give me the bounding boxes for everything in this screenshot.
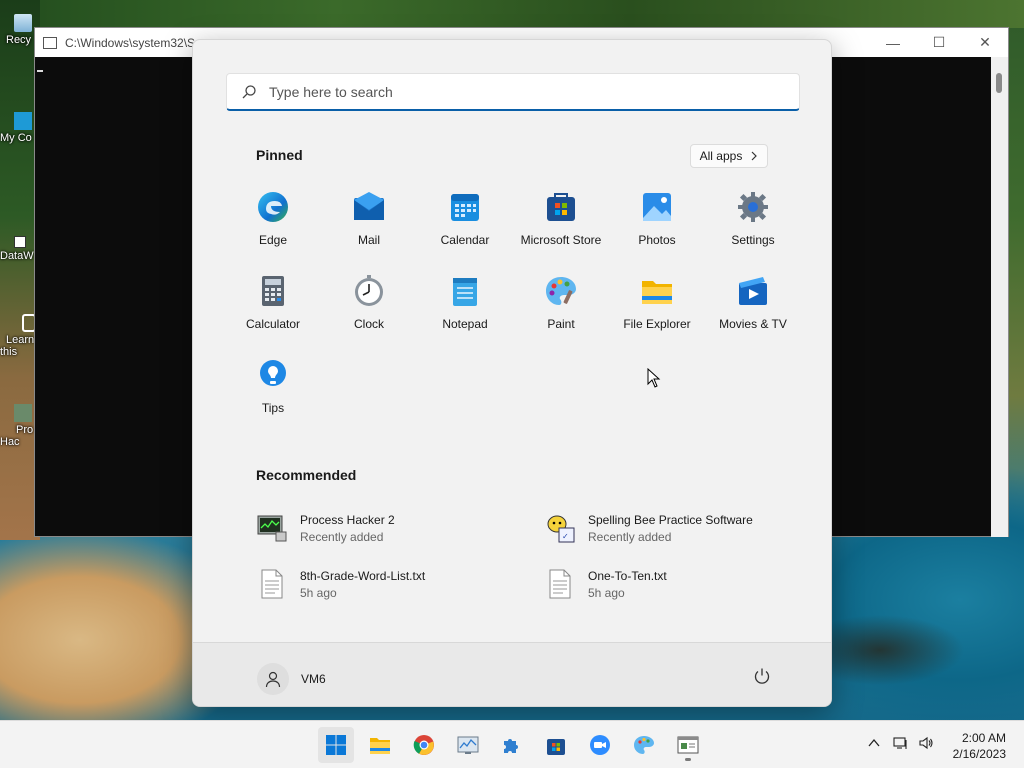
calculator-icon bbox=[262, 276, 284, 306]
volume-icon[interactable] bbox=[918, 735, 934, 751]
windows-logo-icon bbox=[326, 735, 346, 755]
avatar bbox=[257, 663, 289, 695]
taskbar-zoom[interactable] bbox=[582, 727, 618, 763]
taskbar-paint[interactable] bbox=[626, 727, 662, 763]
taskbar-console-window[interactable] bbox=[670, 727, 706, 763]
recommended-spelling-bee[interactable]: ✓ Spelling Bee Practice Software Recentl… bbox=[544, 506, 804, 550]
pinned-edge[interactable]: Edge bbox=[225, 185, 321, 265]
process-hacker-icon bbox=[257, 515, 287, 542]
monitor-chart-icon bbox=[457, 736, 479, 754]
system-tray bbox=[866, 735, 934, 751]
spelling-bee-icon: ✓ bbox=[547, 515, 575, 543]
notepad-icon bbox=[453, 278, 477, 306]
user-icon bbox=[265, 671, 281, 688]
clock-icon bbox=[355, 275, 383, 306]
mail-icon bbox=[354, 192, 384, 220]
console-scrollbar[interactable] bbox=[991, 57, 1008, 537]
paint-icon bbox=[546, 277, 576, 305]
console-cursor bbox=[37, 70, 43, 72]
taskbar-clock[interactable]: 2:00 AM 2/16/2023 bbox=[953, 730, 1006, 762]
scrollbar-thumb[interactable] bbox=[996, 73, 1002, 93]
wallpaper-foliage bbox=[40, 0, 1024, 28]
taskbar-puzzle-app[interactable] bbox=[494, 727, 530, 763]
taskbar-start-button[interactable] bbox=[318, 727, 354, 763]
store-icon bbox=[547, 193, 575, 221]
svg-text:✓: ✓ bbox=[562, 532, 569, 541]
store-icon bbox=[547, 739, 565, 755]
taskbar-file-explorer[interactable] bbox=[362, 727, 398, 763]
pinned-clock[interactable]: Clock bbox=[321, 269, 417, 349]
power-icon[interactable] bbox=[753, 667, 771, 685]
puzzle-icon bbox=[504, 739, 518, 753]
user-account-button[interactable]: VM6 bbox=[257, 663, 326, 695]
minimize-button[interactable]: — bbox=[870, 28, 916, 57]
photos-icon bbox=[643, 193, 671, 221]
pinned-heading: Pinned bbox=[256, 147, 303, 163]
chrome-icon bbox=[413, 735, 434, 755]
taskbar-chrome[interactable] bbox=[406, 727, 442, 763]
pinned-file-explorer[interactable]: File Explorer bbox=[609, 269, 705, 349]
start-menu: Pinned All apps Edge Mail Calendar bbox=[192, 39, 832, 707]
pinned-movies-tv[interactable]: Movies & TV bbox=[705, 269, 801, 349]
edge-icon bbox=[258, 192, 288, 222]
pinned-photos[interactable]: Photos bbox=[609, 185, 705, 265]
shortcut-icon bbox=[14, 236, 26, 248]
recommended-one-to-ten[interactable]: One-To-Ten.txt 5h ago bbox=[544, 562, 804, 606]
desktop-icon-learn[interactable]: Learn this bbox=[0, 314, 36, 358]
folder-icon bbox=[642, 281, 672, 304]
chevron-up-icon[interactable] bbox=[866, 735, 882, 751]
close-button[interactable]: ✕ bbox=[962, 28, 1008, 57]
pinned-microsoft-store[interactable]: Microsoft Store bbox=[513, 185, 609, 265]
console-app-icon bbox=[43, 36, 57, 49]
tips-icon bbox=[260, 360, 286, 386]
pinned-notepad[interactable]: Notepad bbox=[417, 269, 513, 349]
running-indicator bbox=[685, 758, 691, 761]
search-icon bbox=[242, 84, 256, 98]
computer-icon bbox=[14, 112, 32, 130]
recycle-bin-icon bbox=[14, 14, 32, 32]
pinned-tips[interactable]: Tips bbox=[225, 353, 321, 433]
pinned-settings[interactable]: Settings bbox=[705, 185, 801, 265]
recommended-heading: Recommended bbox=[256, 467, 357, 483]
recommended-word-list[interactable]: 8th-Grade-Word-List.txt 5h ago bbox=[256, 562, 516, 606]
network-icon[interactable] bbox=[892, 735, 908, 751]
movies-icon bbox=[739, 277, 767, 305]
start-search-box[interactable] bbox=[226, 73, 800, 111]
clock-date: 2/16/2023 bbox=[952, 747, 1006, 761]
calendar-icon bbox=[451, 194, 479, 221]
taskbar-microsoft-store[interactable] bbox=[538, 727, 574, 763]
taskbar: 2:00 AM 2/16/2023 bbox=[0, 720, 1024, 768]
chevron-right-icon bbox=[751, 151, 758, 161]
pinned-mail[interactable]: Mail bbox=[321, 185, 417, 265]
search-input[interactable] bbox=[269, 83, 749, 100]
clock-time: 2:00 AM bbox=[961, 731, 1006, 745]
all-apps-button[interactable]: All apps bbox=[690, 144, 768, 168]
pinned-paint[interactable]: Paint bbox=[513, 269, 609, 349]
settings-icon bbox=[738, 192, 768, 222]
maximize-button[interactable]: ☐ bbox=[916, 28, 962, 57]
console-icon bbox=[677, 736, 699, 754]
paint-icon bbox=[634, 736, 654, 754]
mouse-cursor-icon bbox=[647, 368, 661, 388]
zoom-icon bbox=[590, 735, 610, 755]
text-file-icon bbox=[261, 569, 283, 599]
desktop-icon-process-hacker[interactable]: Pro Hac bbox=[0, 404, 36, 448]
recommended-process-hacker[interactable]: Process Hacker 2 Recently added bbox=[256, 506, 516, 550]
window-controls: — ☐ ✕ bbox=[870, 28, 1008, 57]
pinned-calendar[interactable]: Calendar bbox=[417, 185, 513, 265]
text-file-icon bbox=[549, 569, 571, 599]
console-title: C:\Windows\system32\S bbox=[65, 35, 196, 50]
taskbar-resource-monitor[interactable] bbox=[450, 727, 486, 763]
folder-icon bbox=[370, 738, 390, 754]
process-hacker-icon bbox=[14, 404, 32, 422]
start-footer: VM6 bbox=[193, 642, 831, 706]
pinned-calculator[interactable]: Calculator bbox=[225, 269, 321, 349]
